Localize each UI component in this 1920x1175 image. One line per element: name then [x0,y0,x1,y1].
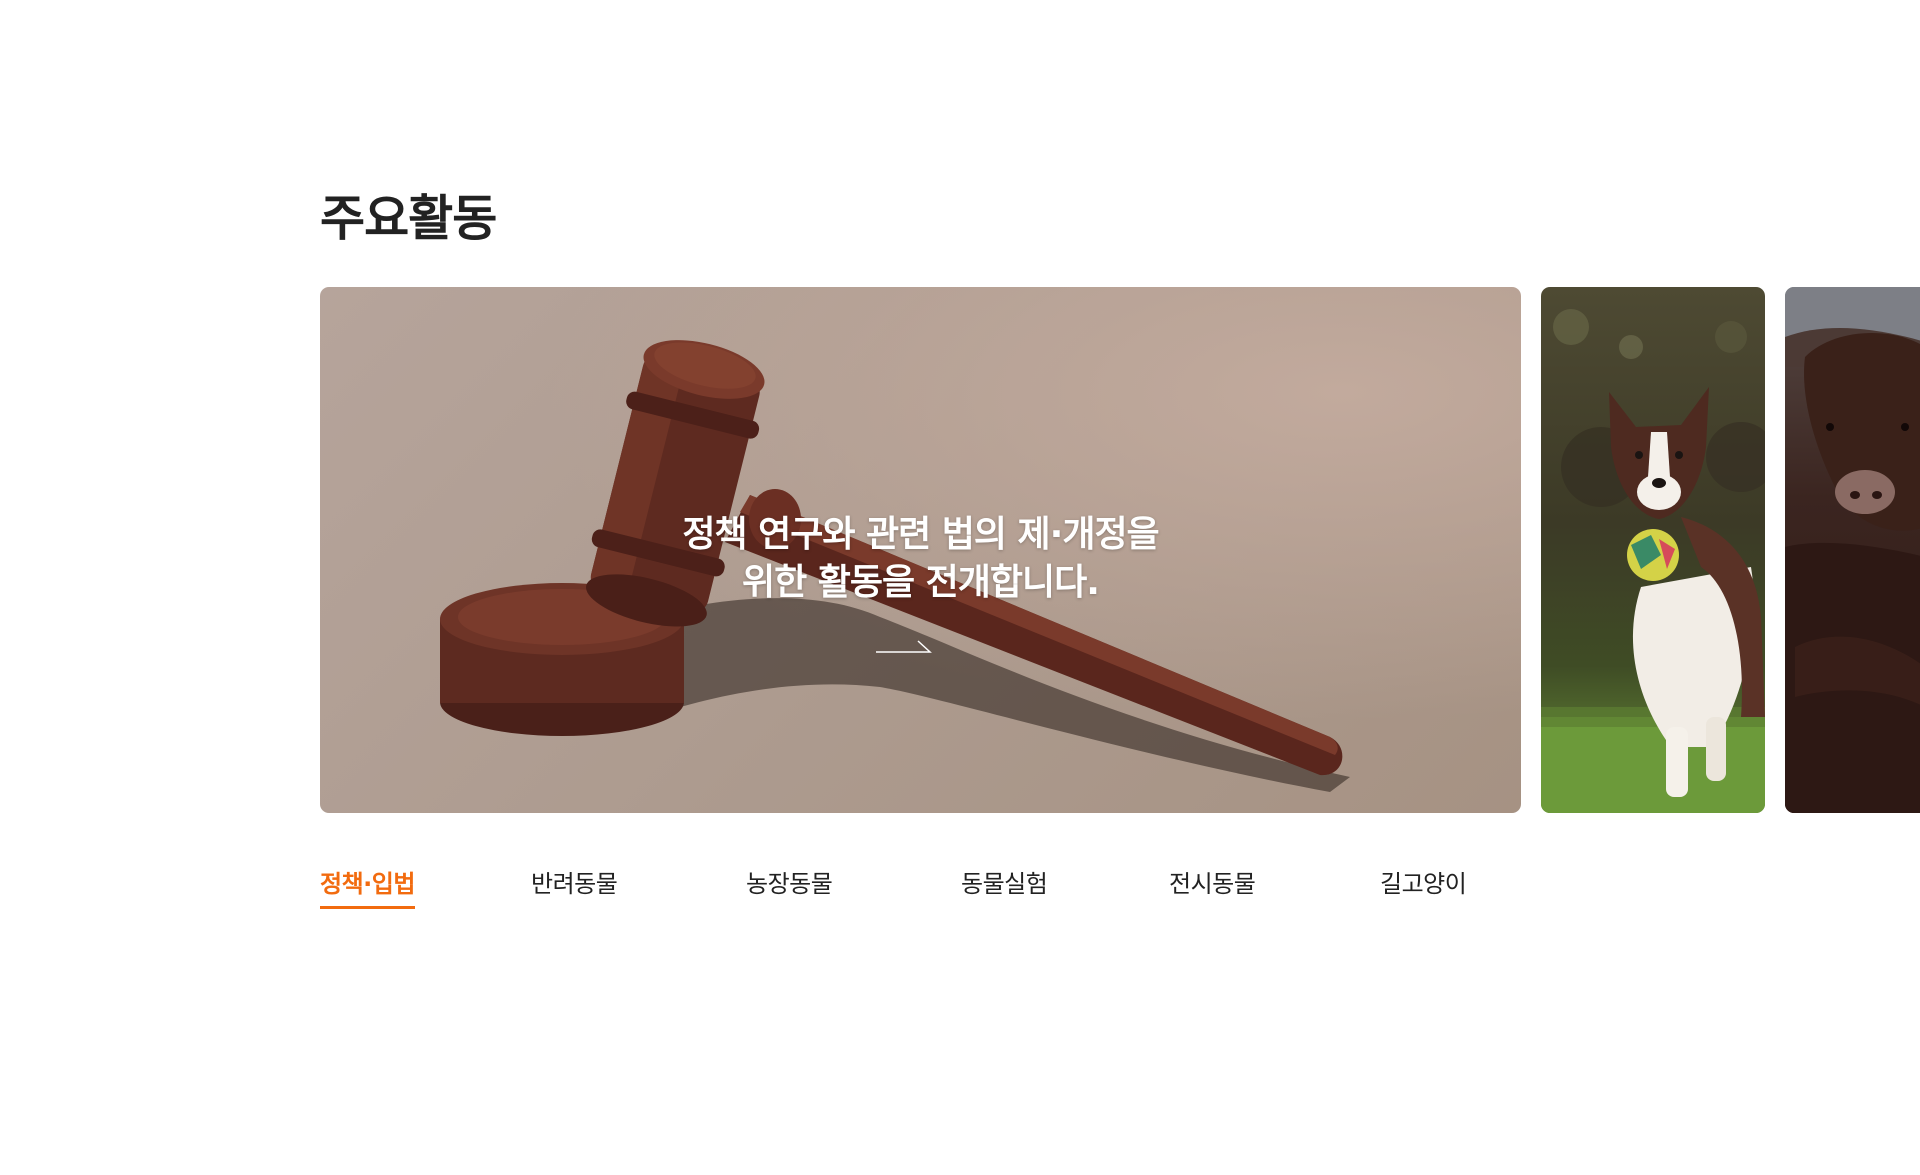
caption-line-1: 정책 연구와 관련 법의 제·개정을 [682,514,1159,555]
slide-caption: 정책 연구와 관련 법의 제·개정을 위한 활동을 전개합니다. [320,511,1521,607]
slide-policy[interactable]: 정책 연구와 관련 법의 제·개정을 위한 활동을 전개합니다. [320,287,1521,813]
main-activities-section: 주요활동 정책 연구와 관련 법의 제·개정을 위한 활동을 전개합니다. 정책… [0,0,1920,1175]
tab-policy-legislation[interactable]: 정책·입법 [320,862,415,909]
tab-exhibited-animals[interactable]: 전시동물 [1169,862,1256,906]
arrow-right-icon[interactable] [876,639,932,653]
dog-image [1541,309,1765,813]
slide-companion-animal[interactable] [1541,287,1765,813]
slide-farm-animal[interactable] [1785,287,1920,813]
cow-image [1785,287,1920,813]
tab-stray-cats[interactable]: 길고양이 [1380,862,1467,906]
activity-slider[interactable]: 정책 연구와 관련 법의 제·개정을 위한 활동을 전개합니다. [320,287,1920,813]
tab-companion-animals[interactable]: 반려동물 [531,862,618,906]
caption-line-2: 위한 활동을 전개합니다. [742,562,1100,603]
tab-animal-testing[interactable]: 동물실험 [961,862,1048,906]
tab-farm-animals[interactable]: 농장동물 [746,862,833,906]
section-title: 주요활동 [320,190,497,247]
